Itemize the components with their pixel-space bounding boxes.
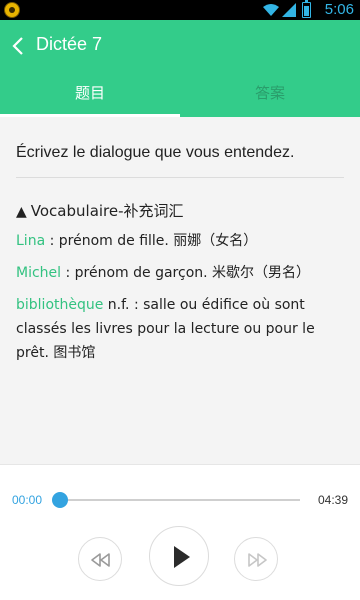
app-bar: Dictée 7 xyxy=(0,20,360,72)
wifi-icon xyxy=(263,4,279,16)
play-icon xyxy=(174,546,190,568)
vocab-term: Michel xyxy=(16,265,62,281)
vocab-heading-text: Vocabulaire-补充词汇 xyxy=(30,202,184,220)
play-button[interactable] xyxy=(149,526,209,586)
divider xyxy=(16,177,344,178)
chevron-left-icon xyxy=(12,37,23,55)
progress-slider[interactable] xyxy=(52,492,300,508)
signal-icon xyxy=(282,3,296,17)
vocab-definition: : prénom de fille. 丽娜（女名） xyxy=(45,233,258,249)
vocab-term: bibliothèque xyxy=(16,297,104,313)
vocab-heading: ▲ Vocabulaire-补充词汇 xyxy=(16,200,184,221)
fast-forward-icon xyxy=(248,553,267,567)
notification-app-icon xyxy=(4,2,20,18)
tab-answer[interactable]: 答案 xyxy=(180,72,360,117)
battery-icon xyxy=(302,0,311,18)
audio-player: 00:00 04:39 xyxy=(0,464,360,600)
vocab-definition: : prénom de garçon. 米歇尔（男名） xyxy=(61,265,311,281)
vocab-item: Michel : prénom de garçon. 米歇尔（男名） xyxy=(16,261,346,285)
progress-thumb[interactable] xyxy=(52,492,68,508)
battery-level xyxy=(304,5,309,16)
total-time: 04:39 xyxy=(317,493,348,507)
rewind-button[interactable] xyxy=(78,537,122,581)
page-title: Dictée 7 xyxy=(36,34,103,54)
elapsed-time: 00:00 xyxy=(12,493,43,507)
vocab-item: bibliothèque n.f. : salle ou édifice où … xyxy=(16,293,346,365)
question-content: Écrivez le dialogue que vous entendez. ▲… xyxy=(0,117,360,464)
vocab-term: Lina xyxy=(16,233,46,249)
tab-question[interactable]: 题目 xyxy=(0,72,180,117)
status-bar: 5:06 xyxy=(0,0,360,20)
rewind-icon xyxy=(91,553,110,567)
vocab-item: Lina : prénom de fille. 丽娜（女名） xyxy=(16,229,346,253)
tab-bar: 题目 答案 xyxy=(0,72,360,117)
fast-forward-button[interactable] xyxy=(234,537,278,581)
triangle-icon: ▲ xyxy=(16,204,27,220)
status-time: 5:06 xyxy=(324,1,354,18)
instruction-text: Écrivez le dialogue que vous entendez. xyxy=(16,144,295,161)
back-button[interactable] xyxy=(6,30,34,62)
